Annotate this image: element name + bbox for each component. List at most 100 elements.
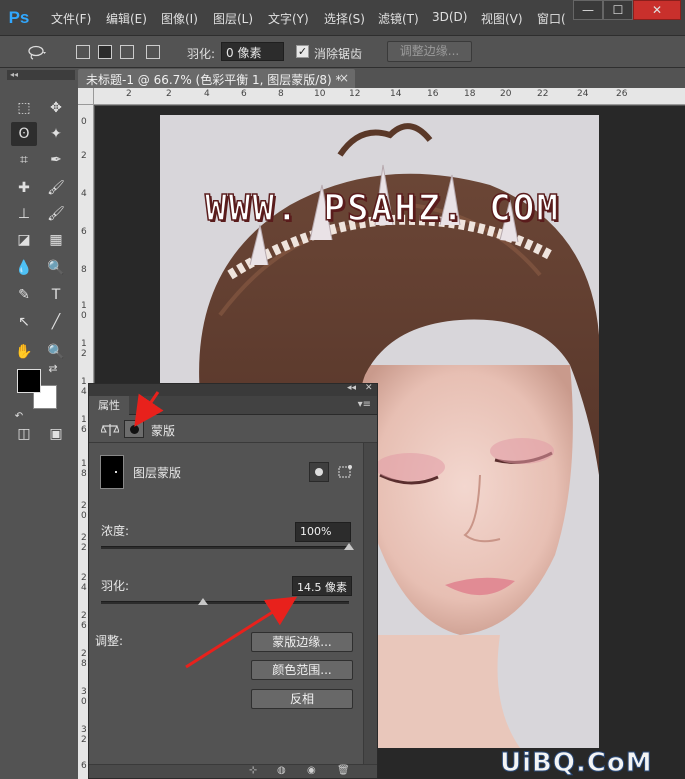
vector-mask-icon[interactable] — [335, 462, 355, 482]
ruler-tick: 8 — [81, 265, 87, 275]
refine-edge-button[interactable]: 调整边缘... — [387, 41, 472, 62]
ruler-tick: 18 — [464, 89, 476, 99]
document-tab[interactable]: 未标题-1 @ 66.7% (色彩平衡 1, 图层蒙版/8) * × — [78, 69, 355, 88]
menu-select[interactable]: 选择(S) — [324, 10, 365, 27]
antialias-checkbox[interactable]: ✓ — [296, 45, 309, 58]
lasso-tool-preset-icon[interactable] — [26, 44, 48, 60]
eyedropper-tool-icon[interactable]: ✒ — [43, 148, 69, 172]
invert-button[interactable]: 反相 — [251, 689, 353, 709]
density-slider[interactable] — [101, 543, 354, 550]
panel-collapse-icon[interactable]: ◂◂ — [347, 383, 356, 393]
adjust-label: 调整: — [95, 634, 124, 648]
foreground-color-swatch[interactable] — [17, 369, 41, 393]
menu-file[interactable]: 文件(F) — [51, 10, 91, 27]
ruler-tick: 26 — [616, 89, 628, 99]
menu-filter[interactable]: 滤镜(T) — [378, 10, 419, 27]
feather-slider[interactable] — [101, 598, 349, 605]
menu-image[interactable]: 图像(I) — [161, 10, 198, 27]
feather-input[interactable]: 14.5 像素 — [292, 576, 352, 596]
ruler-tick: 6 — [241, 89, 247, 99]
panel-menu-icon[interactable]: ▾≡ — [358, 399, 371, 410]
eraser-tool-icon[interactable]: ◪ — [11, 228, 37, 252]
lasso-tool-icon[interactable]: ʘ — [11, 122, 37, 146]
ruler-tick: 6 — [81, 761, 87, 771]
maximize-button[interactable]: ☐ — [603, 0, 633, 20]
photoshop-logo: Ps — [8, 8, 30, 27]
screen-mode-icon[interactable]: ▣ — [43, 422, 69, 446]
toolbox: ◂◂ ⬚ ✥ ʘ ✦ ⌗ ✒ ✚ 🖌 ⊥ 🖌 ◪ ▦ 💧 🔍 ✎ T ↖ ╱ ✋… — [7, 70, 75, 450]
ruler-tick: 4 — [81, 189, 87, 199]
pen-tool-icon[interactable]: ✎ — [11, 283, 37, 307]
new-selection-icon[interactable] — [76, 45, 90, 59]
gradient-tool-icon[interactable]: ▦ — [43, 228, 69, 252]
brush-tool-icon[interactable]: 🖌 — [43, 176, 69, 200]
pixel-mask-icon[interactable] — [309, 462, 329, 482]
toolbox-collapse-icon[interactable]: ◂◂ — [7, 70, 75, 80]
mask-section-label: 蒙版 — [151, 424, 176, 438]
close-document-icon[interactable]: × — [339, 71, 349, 85]
layer-mask-thumbnail[interactable] — [100, 455, 124, 489]
path-selection-tool-icon[interactable]: ↖ — [11, 310, 37, 334]
density-label: 浓度: — [101, 524, 130, 538]
ruler-tick: 2 — [126, 89, 132, 99]
subtract-selection-icon[interactable] — [120, 45, 134, 59]
dodge-tool-icon[interactable]: 🔍 — [43, 256, 69, 280]
ruler-tick: 2 — [81, 151, 87, 161]
menu-window[interactable]: 窗口( — [537, 10, 566, 27]
quick-mask-icon[interactable]: ◫ — [11, 422, 37, 446]
ruler-origin[interactable] — [78, 88, 94, 105]
menu-3d[interactable]: 3D(D) — [432, 10, 467, 24]
clone-stamp-tool-icon[interactable]: ⊥ — [11, 202, 37, 226]
watermark-text: WWW. PSAHZ. COM — [204, 187, 561, 230]
feather-slider-knob[interactable] — [197, 598, 208, 605]
blur-tool-icon[interactable]: 💧 — [11, 256, 37, 280]
zoom-tool-icon[interactable]: 🔍 — [43, 340, 69, 364]
history-brush-tool-icon[interactable]: 🖌 — [43, 202, 69, 226]
ruler-tick: 6 — [81, 227, 87, 237]
document-tab-title: 未标题-1 @ 66.7% (色彩平衡 1, 图层蒙版/8) * — [86, 73, 342, 87]
delete-mask-icon[interactable]: 🗑 — [337, 765, 350, 776]
apply-mask-icon[interactable]: ◍ — [277, 765, 286, 776]
minimize-button[interactable]: — — [573, 0, 603, 20]
panel-close-icon[interactable]: ✕ — [365, 383, 373, 393]
add-to-selection-icon[interactable] — [98, 45, 112, 59]
crop-tool-icon[interactable]: ⌗ — [11, 148, 37, 172]
adjustment-scale-icon[interactable] — [101, 422, 119, 438]
toggle-mask-icon[interactable]: ◉ — [307, 765, 316, 776]
menu-view[interactable]: 视图(V) — [481, 10, 523, 27]
mask-mode-icon[interactable] — [124, 420, 144, 438]
ruler-tick: 0 — [81, 117, 87, 127]
magic-wand-tool-icon[interactable]: ✦ — [43, 122, 69, 146]
move-tool-icon[interactable]: ✥ — [43, 96, 69, 120]
feather-input[interactable]: 0 像素 — [221, 42, 284, 61]
menu-type[interactable]: 文字(Y) — [268, 10, 309, 27]
ruler-tick: 2 — [166, 89, 172, 99]
panel-scrollbar[interactable] — [363, 443, 377, 765]
tab-properties[interactable]: 属性 — [89, 396, 129, 415]
density-input[interactable]: 100% — [295, 522, 351, 542]
mask-edge-button[interactable]: 蒙版边缘... — [251, 632, 353, 652]
menu-layer[interactable]: 图层(L) — [213, 10, 253, 27]
horizontal-ruler[interactable]: 2 2 4 6 8 10 12 14 16 18 20 22 24 26 — [94, 88, 685, 105]
healing-brush-tool-icon[interactable]: ✚ — [11, 176, 37, 200]
ruler-tick: 1 0 — [81, 301, 87, 321]
ruler-tick: 10 — [314, 89, 326, 99]
density-slider-knob[interactable] — [344, 543, 354, 550]
corner-watermark: UiBQ.CoM — [500, 748, 653, 779]
ruler-tick: 22 — [537, 89, 549, 99]
menu-edit[interactable]: 编辑(E) — [106, 10, 147, 27]
ruler-tick: 16 — [427, 89, 439, 99]
feather-label: 羽化: — [101, 579, 130, 593]
load-selection-icon[interactable]: ⊹ — [249, 765, 257, 776]
type-tool-icon[interactable]: T — [43, 283, 69, 307]
hand-tool-icon[interactable]: ✋ — [11, 340, 37, 364]
swap-colors-icon[interactable]: ⇄ — [45, 362, 61, 376]
line-tool-icon[interactable]: ╱ — [43, 310, 69, 334]
close-window-button[interactable]: ✕ — [633, 0, 681, 20]
marquee-tool-icon[interactable]: ⬚ — [11, 96, 37, 120]
color-range-button[interactable]: 颜色范围... — [251, 660, 353, 680]
ruler-tick: 4 — [204, 89, 210, 99]
ruler-tick: 24 — [577, 89, 589, 99]
ruler-tick: 20 — [500, 89, 512, 99]
intersect-selection-icon[interactable] — [146, 45, 160, 59]
